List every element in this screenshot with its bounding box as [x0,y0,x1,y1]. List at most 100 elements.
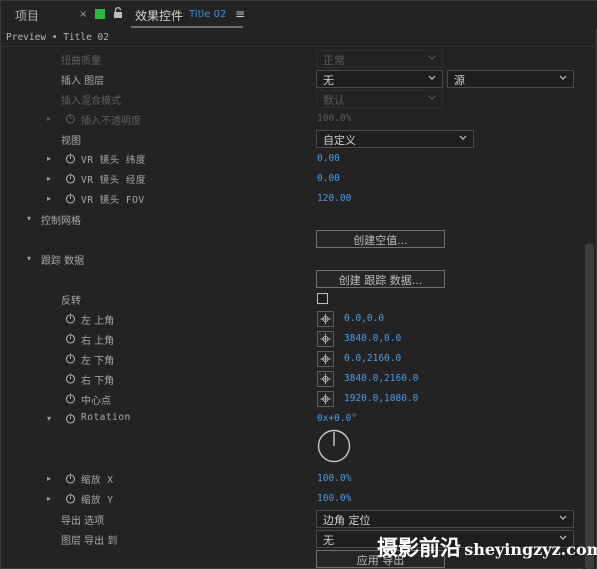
tab-effect-controls[interactable]: 效果控件 [135,7,183,24]
prop-label: 导出 选项 [61,516,105,527]
prop-label: VR 镜头 纬度 [81,155,146,166]
prop-row-scale-y: ▸ 缩放 Y 100.0% [1,489,583,509]
prop-label: 图层 导出 到 [61,536,118,547]
stopwatch-icon[interactable] [65,113,76,124]
scale-x-value[interactable]: 100.0% [317,473,351,484]
vr-longitude-value[interactable]: 0.00 [317,173,340,184]
watermark-chinese: 摄影前沿 [377,536,461,560]
property-list: 扭曲质量 正常 插入 图层 无 源 插入混合模式 默认 ▸ 插入不透明度 100… [1,49,583,569]
prop-row-create-null: 创建空值... [1,229,583,249]
lock-icon[interactable] [113,7,123,19]
prop-row-inset-blend: 插入混合模式 默认 [1,89,583,109]
stopwatch-icon[interactable] [65,373,76,384]
tab-effect-controls-clip: Title 02 [189,9,227,20]
prop-label: 视图 [61,136,81,147]
expand-arrow-icon[interactable]: ▸ [47,154,51,163]
expand-arrow-icon[interactable]: ▸ [47,474,51,483]
crosshair-icon[interactable] [317,331,334,347]
prop-row-tracking-data: ▾ 跟踪 数据 [1,249,583,269]
stopwatch-icon[interactable] [65,193,76,204]
vr-latitude-value[interactable]: 0.00 [317,153,340,164]
crosshair-icon[interactable] [317,351,334,367]
tab-close-button[interactable]: × [79,9,87,20]
chevron-down-icon [559,515,567,520]
prop-row-top-left: 左 上角 0.0,0.0 [1,309,583,329]
collapse-arrow-icon[interactable]: ▾ [27,254,31,263]
bottom-left-value[interactable]: 0.0,2160.0 [344,353,401,364]
rotation-value[interactable]: 0x+0.0° [317,413,357,424]
inset-opacity-value[interactable]: 100.0% [317,113,351,124]
prop-label: 左 下角 [81,356,115,367]
view-dropdown[interactable]: 自定义 [316,130,474,148]
inset-blend-dropdown[interactable]: 默认 [316,90,443,108]
prop-label: VR 镜头 FOV [81,195,145,206]
expand-arrow-icon[interactable]: ▸ [47,114,51,123]
prop-label: 缩放 Y [81,495,114,506]
scale-y-value[interactable]: 100.0% [317,493,351,504]
stopwatch-icon[interactable] [65,413,76,424]
create-tracking-data-button[interactable]: 创建 跟踪 数据... [316,270,445,288]
prop-row-distortion-quality: 扭曲质量 正常 [1,49,583,69]
prop-label: 插入不透明度 [81,116,141,127]
prop-label: 插入 图层 [61,76,105,87]
panel-tab-bar: 项目 × 效果控件 Title 02 ≡ [1,1,597,29]
chevron-down-icon [428,75,436,80]
stopwatch-icon[interactable] [65,173,76,184]
expand-arrow-icon[interactable]: ▸ [47,494,51,503]
invert-checkbox[interactable] [317,293,328,304]
chevron-down-icon [559,75,567,80]
scrollbar-thumb[interactable] [585,243,594,569]
prop-label: VR 镜头 经度 [81,175,146,186]
crosshair-icon[interactable] [317,311,334,327]
stopwatch-icon[interactable] [65,153,76,164]
prop-label: 缩放 X [81,475,114,486]
collapse-arrow-icon[interactable]: ▾ [47,414,51,423]
stopwatch-icon[interactable] [65,313,76,324]
prop-row-control-mesh: ▾ 控制网格 [1,209,583,229]
expand-arrow-icon[interactable]: ▸ [47,174,51,183]
group-label: 控制网格 [41,216,81,227]
tab-project[interactable]: 项目 [15,7,39,24]
crosshair-icon[interactable] [317,371,334,387]
dropdown-value: 无 [323,74,334,87]
prop-row-top-right: 右 上角 3840.0,0.0 [1,329,583,349]
distortion-quality-dropdown[interactable]: 正常 [316,50,443,68]
group-label: 跟踪 数据 [41,256,85,267]
prop-row-center: 中心点 1920.0,1080.0 [1,389,583,409]
bottom-right-value[interactable]: 3840.0,2160.0 [344,373,418,384]
prop-label: 左 上角 [81,316,115,327]
create-null-button[interactable]: 创建空值... [316,230,445,248]
dropdown-value: 源 [454,74,465,87]
prop-row-view: 视图 自定义 [1,129,583,149]
prop-row-bottom-right: 右 下角 3840.0,2160.0 [1,369,583,389]
chevron-down-icon [459,135,467,140]
prop-row-create-tracking: 创建 跟踪 数据... [1,269,583,289]
rotation-dial-icon[interactable] [317,429,351,463]
center-value[interactable]: 1920.0,1080.0 [344,393,418,404]
collapse-arrow-icon[interactable]: ▾ [27,214,31,223]
export-options-dropdown[interactable]: 边角 定位 [316,510,574,528]
prop-label: 中心点 [81,396,111,407]
label-color-icon [95,9,105,19]
top-right-value[interactable]: 3840.0,0.0 [344,333,401,344]
stopwatch-icon[interactable] [65,473,76,484]
stopwatch-icon[interactable] [65,333,76,344]
vr-fov-value[interactable]: 120.00 [317,193,351,204]
stopwatch-icon[interactable] [65,493,76,504]
panel-menu-icon[interactable]: ≡ [235,7,245,21]
crosshair-icon[interactable] [317,391,334,407]
prop-label: 扭曲质量 [61,56,101,67]
stopwatch-icon[interactable] [65,393,76,404]
dropdown-value: 无 [323,534,334,547]
prop-label: 右 上角 [81,336,115,347]
dropdown-value: 自定义 [323,134,356,147]
active-tab-indicator [131,26,243,28]
expand-arrow-icon[interactable]: ▸ [47,194,51,203]
inset-layer-dropdown[interactable]: 无 [316,70,443,88]
top-left-value[interactable]: 0.0,0.0 [344,313,384,324]
prop-row-rotation: ▾ Rotation 0x+0.0° [1,409,583,429]
stopwatch-icon[interactable] [65,353,76,364]
inset-source-dropdown[interactable]: 源 [447,70,574,88]
dropdown-value: 正常 [323,54,345,67]
prop-row-export-options: 导出 选项 边角 定位 [1,509,583,529]
